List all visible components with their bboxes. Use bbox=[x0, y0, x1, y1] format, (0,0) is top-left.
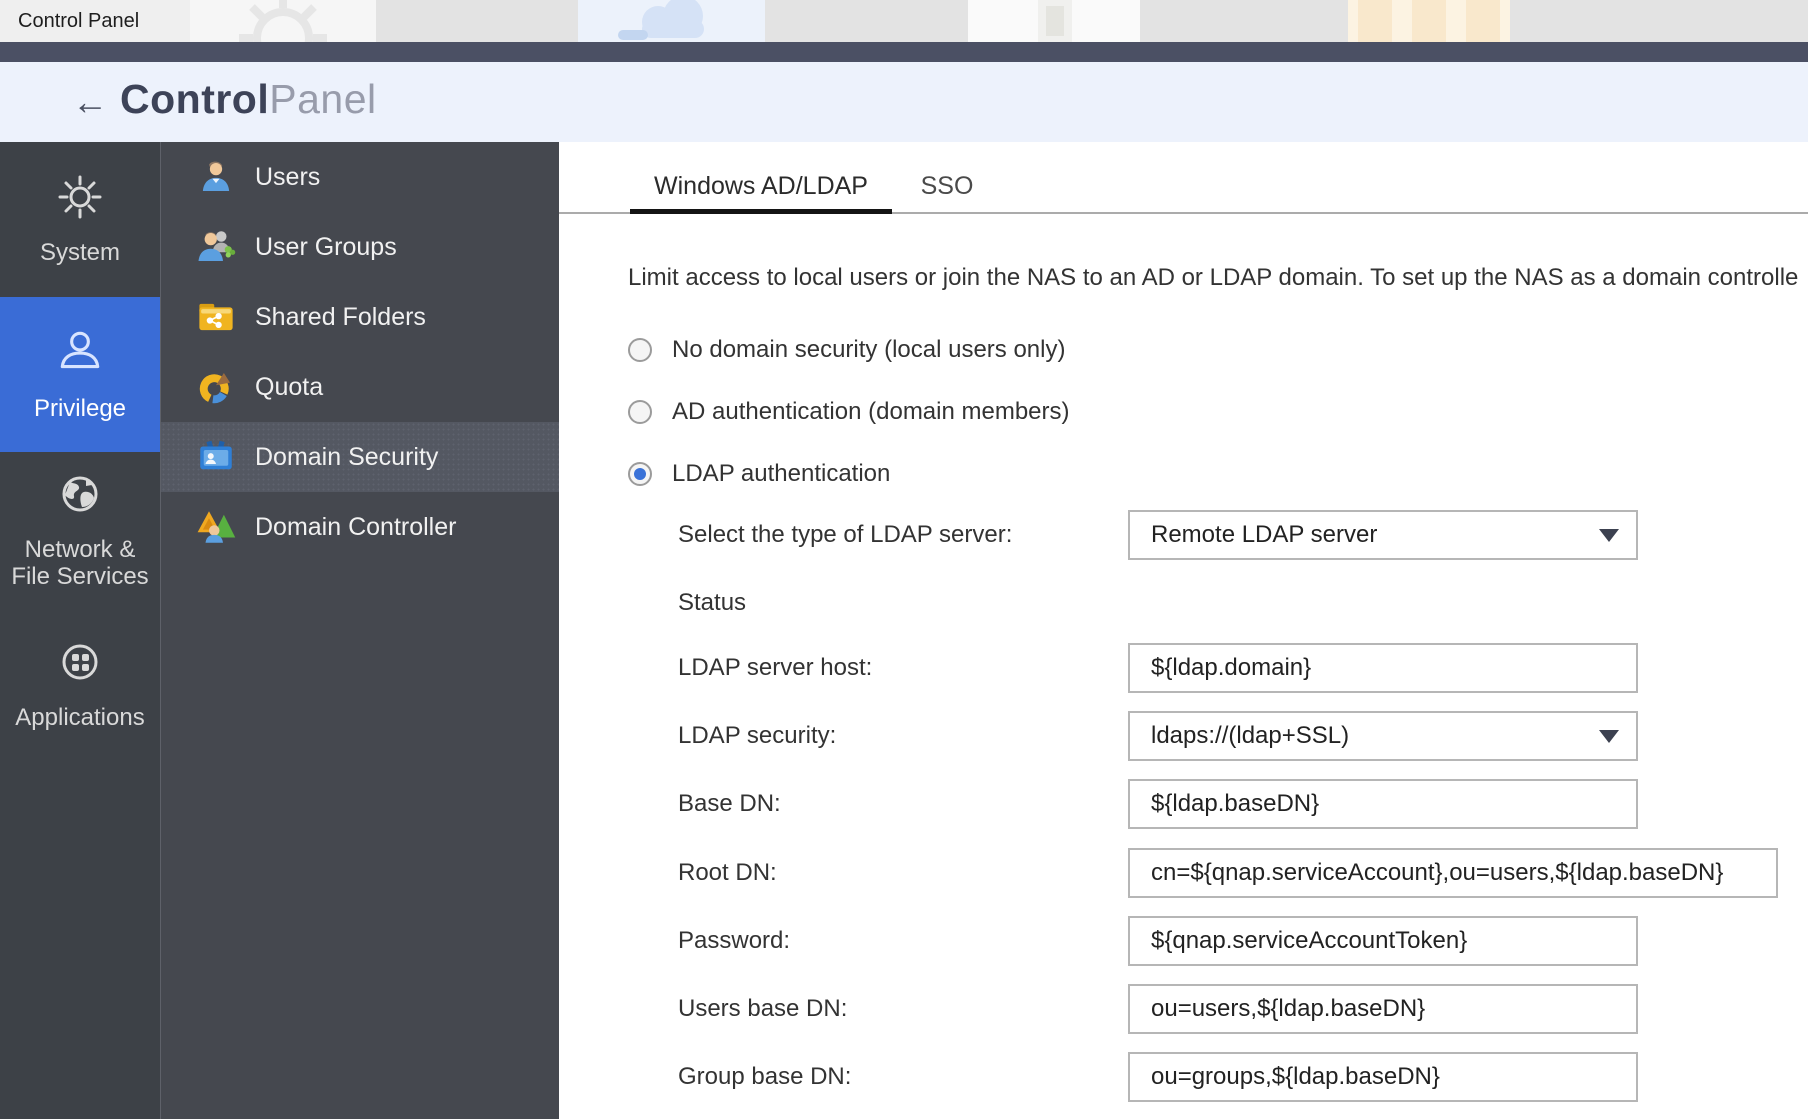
ldap-security-value: ldaps://(ldap+SSL) bbox=[1151, 722, 1349, 750]
group-base-dn-label: Group base DN: bbox=[678, 1052, 851, 1102]
qnap-control-panel-window: Control Panel bbox=[0, 0, 1808, 1119]
ldap-server-type-value: Remote LDAP server bbox=[1151, 521, 1377, 549]
radio-label: No domain security (local users only) bbox=[672, 336, 1065, 364]
tab-sso[interactable]: SSO bbox=[897, 172, 997, 201]
password-label: Password: bbox=[678, 916, 790, 966]
background-window-thumbnail-cloud-icon[interactable] bbox=[578, 0, 765, 42]
radio-no-domain-security[interactable]: No domain security (local users only) bbox=[628, 337, 1065, 363]
sidebar-item-network-file-services[interactable]: Network & File Services bbox=[0, 452, 160, 607]
root-dn-label: Root DN: bbox=[678, 848, 777, 898]
page-title: ControlPanel bbox=[120, 76, 377, 123]
users-base-dn-label: Users base DN: bbox=[678, 984, 847, 1034]
submenu-item-label: Domain Security bbox=[255, 443, 438, 472]
sidebar-item-label-line1: Network & bbox=[25, 536, 136, 563]
base-dn-input[interactable] bbox=[1128, 779, 1638, 829]
ldap-server-host-input[interactable] bbox=[1128, 643, 1638, 693]
secondary-sidebar: Users User Groups bbox=[160, 142, 559, 1119]
submenu-item-user-groups[interactable]: User Groups bbox=[161, 212, 559, 282]
apps-icon bbox=[56, 638, 104, 692]
submenu-item-domain-controller[interactable]: Domain Controller bbox=[161, 492, 559, 562]
radio-circle-icon[interactable] bbox=[628, 338, 652, 362]
intro-text: Limit access to local users or join the … bbox=[628, 264, 1798, 292]
submenu-item-domain-security[interactable]: Domain Security bbox=[161, 422, 559, 492]
sidebar-item-privilege[interactable]: Privilege bbox=[0, 297, 160, 452]
taskbar-tab-control-panel[interactable]: Control Panel bbox=[0, 0, 190, 42]
person-icon bbox=[55, 327, 105, 383]
radio-ldap-authentication[interactable]: LDAP authentication bbox=[628, 461, 890, 487]
user-icon bbox=[195, 156, 237, 198]
sidebar-item-label: System bbox=[40, 239, 120, 266]
radio-label: LDAP authentication bbox=[672, 460, 890, 488]
radio-ad-authentication[interactable]: AD authentication (domain members) bbox=[628, 399, 1070, 425]
taskbar-tab-label: Control Panel bbox=[18, 10, 139, 33]
background-window-thumbnail-columns[interactable] bbox=[1348, 0, 1510, 42]
users-base-dn-input[interactable] bbox=[1128, 984, 1638, 1034]
main-content: Windows AD/LDAP SSO Limit access to loca… bbox=[559, 142, 1808, 1119]
page-title-bold: Control bbox=[120, 76, 269, 122]
submenu-item-quota[interactable]: Quota bbox=[161, 352, 559, 422]
decorative-column bbox=[1412, 0, 1446, 42]
decorative-column bbox=[1466, 0, 1500, 42]
root-dn-input[interactable] bbox=[1128, 848, 1778, 898]
chevron-down-icon bbox=[1599, 730, 1619, 743]
ldap-server-host-label: LDAP server host: bbox=[678, 643, 872, 693]
submenu-item-label: Users bbox=[255, 163, 320, 192]
tab-bar: Windows AD/LDAP SSO bbox=[559, 142, 1808, 214]
badge-icon bbox=[195, 436, 237, 478]
chevron-down-icon bbox=[1599, 529, 1619, 542]
window-title-bar bbox=[0, 42, 1808, 62]
ldap-server-type-label: Select the type of LDAP server: bbox=[678, 510, 1012, 560]
sidebar-item-label-line2: File Services bbox=[11, 563, 148, 590]
submenu-item-shared-folders[interactable]: Shared Folders bbox=[161, 282, 559, 352]
gear-icon bbox=[56, 173, 104, 227]
submenu-item-label: User Groups bbox=[255, 233, 397, 262]
sidebar-item-system[interactable]: System bbox=[0, 142, 160, 297]
background-window-thumbnail-document[interactable] bbox=[968, 0, 1140, 42]
submenu-item-users[interactable]: Users bbox=[161, 142, 559, 212]
base-dn-label: Base DN: bbox=[678, 779, 781, 829]
status-label: Status bbox=[678, 578, 746, 628]
active-tab-underline bbox=[630, 209, 892, 214]
page-title-light: Panel bbox=[269, 76, 376, 122]
primary-sidebar: System Privilege bbox=[0, 142, 160, 1119]
password-input[interactable] bbox=[1128, 916, 1638, 966]
radio-selected-circle-icon[interactable] bbox=[628, 462, 652, 486]
radio-circle-icon[interactable] bbox=[628, 400, 652, 424]
submenu-item-label: Shared Folders bbox=[255, 303, 426, 332]
group-base-dn-input[interactable] bbox=[1128, 1052, 1638, 1102]
app-header: ← ControlPanel bbox=[0, 62, 1808, 142]
submenu-item-label: Domain Controller bbox=[255, 513, 456, 542]
background-window-thumbnail-gear-icon[interactable] bbox=[190, 0, 376, 42]
back-arrow-icon[interactable]: ← bbox=[66, 78, 114, 126]
sidebar-item-label: Privilege bbox=[34, 395, 126, 422]
quota-chart-icon bbox=[195, 366, 237, 408]
sidebar-item-label: Applications bbox=[15, 704, 144, 731]
submenu-item-label: Quota bbox=[255, 373, 323, 402]
globe-icon bbox=[56, 470, 104, 524]
ldap-security-label: LDAP security: bbox=[678, 711, 836, 761]
ldap-security-select[interactable]: ldaps://(ldap+SSL) bbox=[1128, 711, 1638, 761]
taskbar: Control Panel bbox=[0, 0, 1808, 42]
decorative-column bbox=[1358, 0, 1392, 42]
tab-windows-ad-ldap[interactable]: Windows AD/LDAP bbox=[630, 172, 892, 201]
shared-folder-icon bbox=[195, 296, 237, 338]
radio-label: AD authentication (domain members) bbox=[672, 398, 1070, 426]
user-groups-icon bbox=[195, 226, 237, 268]
ldap-server-type-select[interactable]: Remote LDAP server bbox=[1128, 510, 1638, 560]
domain-controller-icon bbox=[195, 506, 237, 548]
sidebar-item-applications[interactable]: Applications bbox=[0, 607, 160, 762]
